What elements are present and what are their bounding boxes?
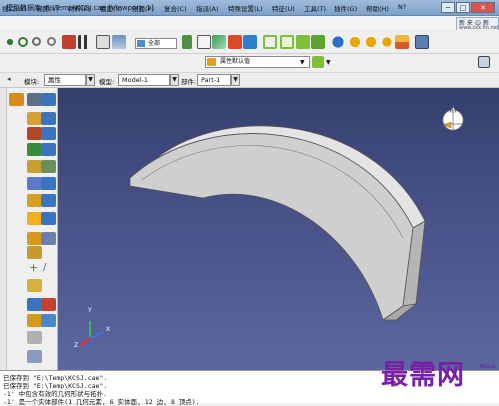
model-select[interactable]: Model-1 [118, 74, 170, 86]
chevron-down-icon[interactable]: ▼ [231, 74, 240, 86]
menu-profile[interactable]: 剖面(P) [132, 3, 154, 13]
section-assignment-manager-icon[interactable] [41, 127, 56, 140]
measure-icon[interactable] [41, 298, 56, 311]
orientation-manager-icon[interactable] [41, 177, 56, 190]
highlight-icon[interactable] [228, 35, 242, 49]
tree-icon[interactable] [415, 35, 429, 49]
triad-x-label: X [106, 326, 111, 333]
create-composite-icon[interactable] [27, 194, 42, 207]
menu-view[interactable]: 视图(V) [36, 3, 59, 13]
material-manager-icon[interactable] [27, 93, 42, 106]
menu-composite[interactable]: 复合(C) [164, 3, 187, 13]
layer-icon[interactable] [312, 56, 324, 68]
cycle-views-icon[interactable] [78, 35, 92, 49]
wireframe-icon[interactable] [263, 35, 277, 49]
chevron-down-icon[interactable]: ▼ [86, 74, 95, 86]
auto-fit-icon[interactable] [62, 35, 76, 49]
special-icon[interactable] [27, 246, 42, 259]
attribute-icon [207, 58, 216, 66]
menu-help[interactable]: 帮助(H) [366, 3, 389, 13]
zoom-icon[interactable] [32, 37, 41, 46]
viewport-canvas [79, 105, 464, 346]
query-tool-icon[interactable] [27, 298, 42, 311]
viewport[interactable]: Y X Z 1 [58, 88, 499, 370]
skin-manager-icon[interactable] [41, 212, 56, 225]
module-label: 模块: [24, 78, 40, 86]
profile-manager-icon[interactable] [41, 143, 56, 156]
add-icon[interactable]: + [29, 261, 38, 274]
box-select-icon[interactable] [197, 35, 211, 49]
menu-material[interactable]: 材料(E) [68, 3, 90, 13]
menu-viewport[interactable]: 视口(W) [2, 3, 27, 13]
watermark-subtext: MULIA [480, 364, 496, 370]
render-icon[interactable] [96, 35, 110, 49]
menu-assign[interactable]: 指派(A) [196, 3, 219, 13]
compass-label: 1 [451, 107, 455, 113]
assign-beam-orientation-icon[interactable] [27, 160, 42, 173]
composite-manager-icon[interactable] [41, 194, 56, 207]
assign-orientation-icon[interactable] [27, 177, 42, 190]
create-material-icon[interactable] [9, 93, 24, 106]
datum-icon[interactable] [27, 279, 42, 292]
menu-tools[interactable]: 工具(T) [304, 3, 326, 13]
filled-icon[interactable] [296, 35, 310, 49]
minimize-button[interactable]: ─ [441, 2, 455, 13]
maximize-button[interactable]: □ [456, 2, 470, 13]
csys-icon[interactable] [27, 331, 42, 344]
stringer-manager-icon[interactable] [41, 232, 56, 245]
query-icon[interactable] [395, 35, 409, 49]
triad-y-label: Y [88, 307, 92, 314]
assign-section-icon[interactable] [27, 127, 42, 140]
message-line: -1' 是一个实体部件(1 几何元素, 6 实体面, 12 边, 8 顶点). [3, 398, 200, 406]
expand-arrow-icon[interactable]: ◂ [7, 75, 11, 83]
model-label: 模型: [99, 78, 115, 86]
cursor-icon [137, 40, 145, 47]
visibility-icon[interactable] [331, 35, 345, 49]
menu-special[interactable]: 特殊设置(L) [228, 3, 263, 13]
menu-plugins[interactable]: 插件(G) [334, 3, 357, 13]
hidden-line-icon[interactable] [280, 35, 294, 49]
close-button[interactable]: ✕ [471, 2, 495, 13]
partition-icon[interactable] [27, 314, 42, 327]
model-tree-strip[interactable] [0, 88, 7, 370]
module-select[interactable]: 属性 [44, 74, 86, 86]
line-icon[interactable]: / [43, 262, 46, 273]
triad-z-label: Z [74, 342, 79, 349]
view-front-icon[interactable] [243, 35, 257, 49]
display-group-icon[interactable] [112, 35, 126, 49]
chevron-down-icon[interactable]: ▼ [170, 74, 179, 86]
section-manager-icon[interactable] [41, 112, 56, 125]
select-geometry-icon[interactable] [212, 35, 226, 49]
part-label: 部件: [181, 78, 197, 86]
rotate-icon[interactable] [18, 37, 28, 47]
menu-whats-this[interactable]: N? [398, 3, 406, 11]
part-select[interactable]: Part-1 [197, 74, 231, 86]
menu-feature[interactable]: 特征(U) [272, 3, 295, 13]
axis-triad [79, 321, 105, 346]
create-section-icon[interactable] [27, 112, 42, 125]
menu-section[interactable]: 截面(S) [100, 3, 122, 13]
shaded-icon[interactable] [311, 35, 325, 49]
filter-icon[interactable] [182, 35, 192, 49]
chevron-down-icon[interactable]: ▼ [300, 59, 305, 66]
render-style-icon[interactable] [364, 35, 378, 49]
create-profile-icon[interactable] [27, 143, 42, 156]
layout-icon[interactable] [478, 56, 490, 68]
create-stringer-icon[interactable] [27, 232, 42, 245]
view-cut-icon[interactable] [27, 350, 42, 363]
material-list-icon[interactable] [41, 93, 56, 106]
create-skin-icon[interactable] [27, 212, 42, 225]
assign-normal-icon[interactable] [41, 160, 56, 173]
attribute-select[interactable]: 属性默认值 [205, 56, 310, 68]
repair-icon[interactable] [41, 314, 56, 327]
translucency-icon[interactable] [380, 35, 394, 49]
color-code-icon[interactable] [348, 35, 362, 49]
menu-bar [0, 16, 456, 30]
pan-icon[interactable] [3, 35, 17, 49]
box-zoom-icon[interactable] [47, 37, 56, 46]
watermark-logo: 最需网 [381, 360, 465, 391]
chevron-down-icon[interactable]: ▼ [326, 59, 331, 66]
